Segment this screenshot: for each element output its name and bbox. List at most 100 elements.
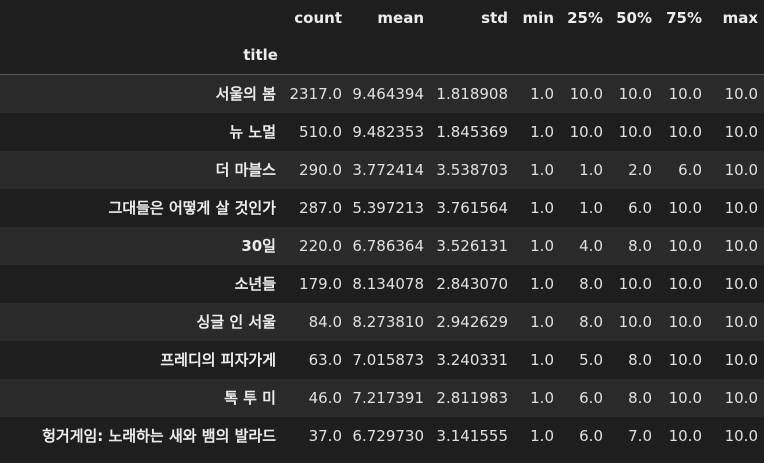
table-row: 뉴 노멀 510.0 9.482353 1.845369 1.0 10.0 10.0 10.0… bbox=[0, 112, 764, 151]
column-header: 25% bbox=[567, 9, 603, 27]
cell-value: 6.0 bbox=[579, 388, 603, 407]
row-title: 헝거게임: 노래하는 새와 뱀의 발라드 bbox=[42, 427, 276, 445]
cell-value: 2.0 bbox=[628, 160, 652, 179]
index-name-row: title bbox=[0, 36, 764, 75]
cell-value: 10.0 bbox=[569, 84, 603, 103]
dataframe-output: count mean std min 25% 50% 75% max title bbox=[0, 0, 764, 463]
cell-value: 10.0 bbox=[618, 274, 652, 293]
cell-value: 10.0 bbox=[724, 84, 758, 103]
empty-header-cell bbox=[609, 36, 658, 75]
column-header: 50% bbox=[616, 9, 652, 27]
cell-value: 8.273810 bbox=[352, 312, 424, 331]
cell-value: 3.240331 bbox=[436, 350, 508, 369]
cell-value: 3.141555 bbox=[436, 426, 508, 445]
cell-value: 1.0 bbox=[579, 160, 603, 179]
table-header: count mean std min 25% 50% 75% max title bbox=[0, 0, 764, 75]
row-title: 30일 bbox=[241, 237, 276, 255]
table-body: 서울의 봄 2317.0 9.464394 1.818908 1.0 10.0 10.0 10… bbox=[0, 74, 764, 455]
cell-value: 6.0 bbox=[678, 160, 702, 179]
row-title: 프레디의 피자가게 bbox=[160, 351, 276, 369]
column-header: std bbox=[481, 9, 508, 27]
cell-value: 10.0 bbox=[724, 274, 758, 293]
row-title: 싱글 인 서울 bbox=[196, 313, 276, 331]
table-row: 헝거게임: 노래하는 새와 뱀의 발라드 37.0 6.729730 3.141555… bbox=[0, 416, 764, 455]
table-row: 서울의 봄 2317.0 9.464394 1.818908 1.0 10.0 10.0 10… bbox=[0, 74, 764, 113]
cell-value: 1.845369 bbox=[436, 122, 508, 141]
cell-value: 5.0 bbox=[579, 350, 603, 369]
cell-value: 8.0 bbox=[579, 274, 603, 293]
cell-value: 46.0 bbox=[308, 388, 342, 407]
cell-value: 10.0 bbox=[668, 312, 702, 331]
cell-value: 2.811983 bbox=[436, 388, 508, 407]
column-header: mean bbox=[377, 9, 424, 27]
cell-value: 10.0 bbox=[618, 312, 652, 331]
table-row: 더 마블스 290.0 3.772414 3.538703 1.0 1.0 2.0 6.0 10… bbox=[0, 150, 764, 189]
cell-value: 10.0 bbox=[724, 122, 758, 141]
cell-value: 10.0 bbox=[724, 388, 758, 407]
cell-value: 6.786364 bbox=[352, 236, 424, 255]
cell-value: 1.0 bbox=[530, 122, 554, 141]
cell-value: 10.0 bbox=[668, 198, 702, 217]
empty-header-cell bbox=[560, 36, 609, 75]
empty-header-cell bbox=[658, 36, 708, 75]
cell-value: 9.464394 bbox=[352, 84, 424, 103]
column-header: min bbox=[522, 9, 554, 27]
cell-value: 1.0 bbox=[530, 274, 554, 293]
row-title: 그대들은 어떻게 살 것인가 bbox=[108, 199, 276, 217]
cell-value: 1.818908 bbox=[436, 84, 508, 103]
row-title: 서울의 봄 bbox=[215, 85, 276, 104]
cell-value: 6.0 bbox=[579, 426, 603, 445]
cell-value: 10.0 bbox=[668, 274, 702, 293]
column-header: max bbox=[722, 9, 758, 27]
empty-header-cell bbox=[430, 36, 514, 75]
cell-value: 10.0 bbox=[724, 426, 758, 445]
row-title: 더 마블스 bbox=[215, 161, 276, 179]
cell-value: 8.0 bbox=[628, 236, 652, 255]
cell-value: 1.0 bbox=[530, 350, 554, 369]
cell-value: 2.942629 bbox=[436, 312, 508, 331]
cell-value: 1.0 bbox=[530, 160, 554, 179]
cell-value: 1.0 bbox=[530, 312, 554, 331]
cell-value: 10.0 bbox=[724, 350, 758, 369]
cell-value: 3.772414 bbox=[352, 160, 424, 179]
cell-value: 10.0 bbox=[668, 236, 702, 255]
column-header-row: count mean std min 25% 50% 75% max bbox=[0, 0, 764, 36]
index-corner-cell bbox=[0, 0, 284, 36]
cell-value: 7.217391 bbox=[352, 388, 424, 407]
row-title: 뉴 노멀 bbox=[229, 123, 276, 141]
cell-value: 10.0 bbox=[724, 198, 758, 217]
describe-table: count mean std min 25% 50% 75% max title bbox=[0, 0, 764, 455]
cell-value: 220.0 bbox=[299, 236, 342, 255]
cell-value: 10.0 bbox=[618, 122, 652, 141]
row-title: 톡 투 미 bbox=[224, 389, 276, 407]
cell-value: 10.0 bbox=[668, 350, 702, 369]
cell-value: 8.134078 bbox=[352, 274, 424, 293]
empty-header-cell bbox=[348, 36, 430, 75]
cell-value: 3.526131 bbox=[436, 236, 508, 255]
empty-header-cell bbox=[708, 36, 764, 75]
table-row: 프레디의 피자가게 63.0 7.015873 3.240331 1.0 5.0 8.0 10… bbox=[0, 340, 764, 379]
table-row: 30일 220.0 6.786364 3.526131 1.0 4.0 8.0 10.0 10.… bbox=[0, 226, 764, 265]
table-row: 싱글 인 서울 84.0 8.273810 2.942629 1.0 8.0 10.0 10.… bbox=[0, 302, 764, 341]
cell-value: 7.0 bbox=[628, 426, 652, 445]
column-header: count bbox=[294, 9, 342, 27]
index-name: title bbox=[0, 36, 284, 75]
cell-value: 179.0 bbox=[299, 274, 342, 293]
table-row: 톡 투 미 46.0 7.217391 2.811983 1.0 6.0 8.0 10.0 10… bbox=[0, 378, 764, 417]
cell-value: 10.0 bbox=[724, 312, 758, 331]
cell-value: 7.015873 bbox=[352, 350, 424, 369]
cell-value: 1.0 bbox=[530, 198, 554, 217]
cell-value: 287.0 bbox=[299, 198, 342, 217]
table-row: 그대들은 어떻게 살 것인가 287.0 5.397213 3.761564 1.0 1.… bbox=[0, 188, 764, 227]
cell-value: 10.0 bbox=[724, 160, 758, 179]
cell-value: 4.0 bbox=[579, 236, 603, 255]
cell-value: 3.538703 bbox=[436, 160, 508, 179]
cell-value: 510.0 bbox=[299, 122, 342, 141]
cell-value: 10.0 bbox=[668, 84, 702, 103]
cell-value: 6.0 bbox=[628, 198, 652, 217]
cell-value: 10.0 bbox=[668, 122, 702, 141]
cell-value: 9.482353 bbox=[352, 122, 424, 141]
column-header: 75% bbox=[666, 9, 702, 27]
cell-value: 290.0 bbox=[299, 160, 342, 179]
cell-value: 1.0 bbox=[579, 198, 603, 217]
